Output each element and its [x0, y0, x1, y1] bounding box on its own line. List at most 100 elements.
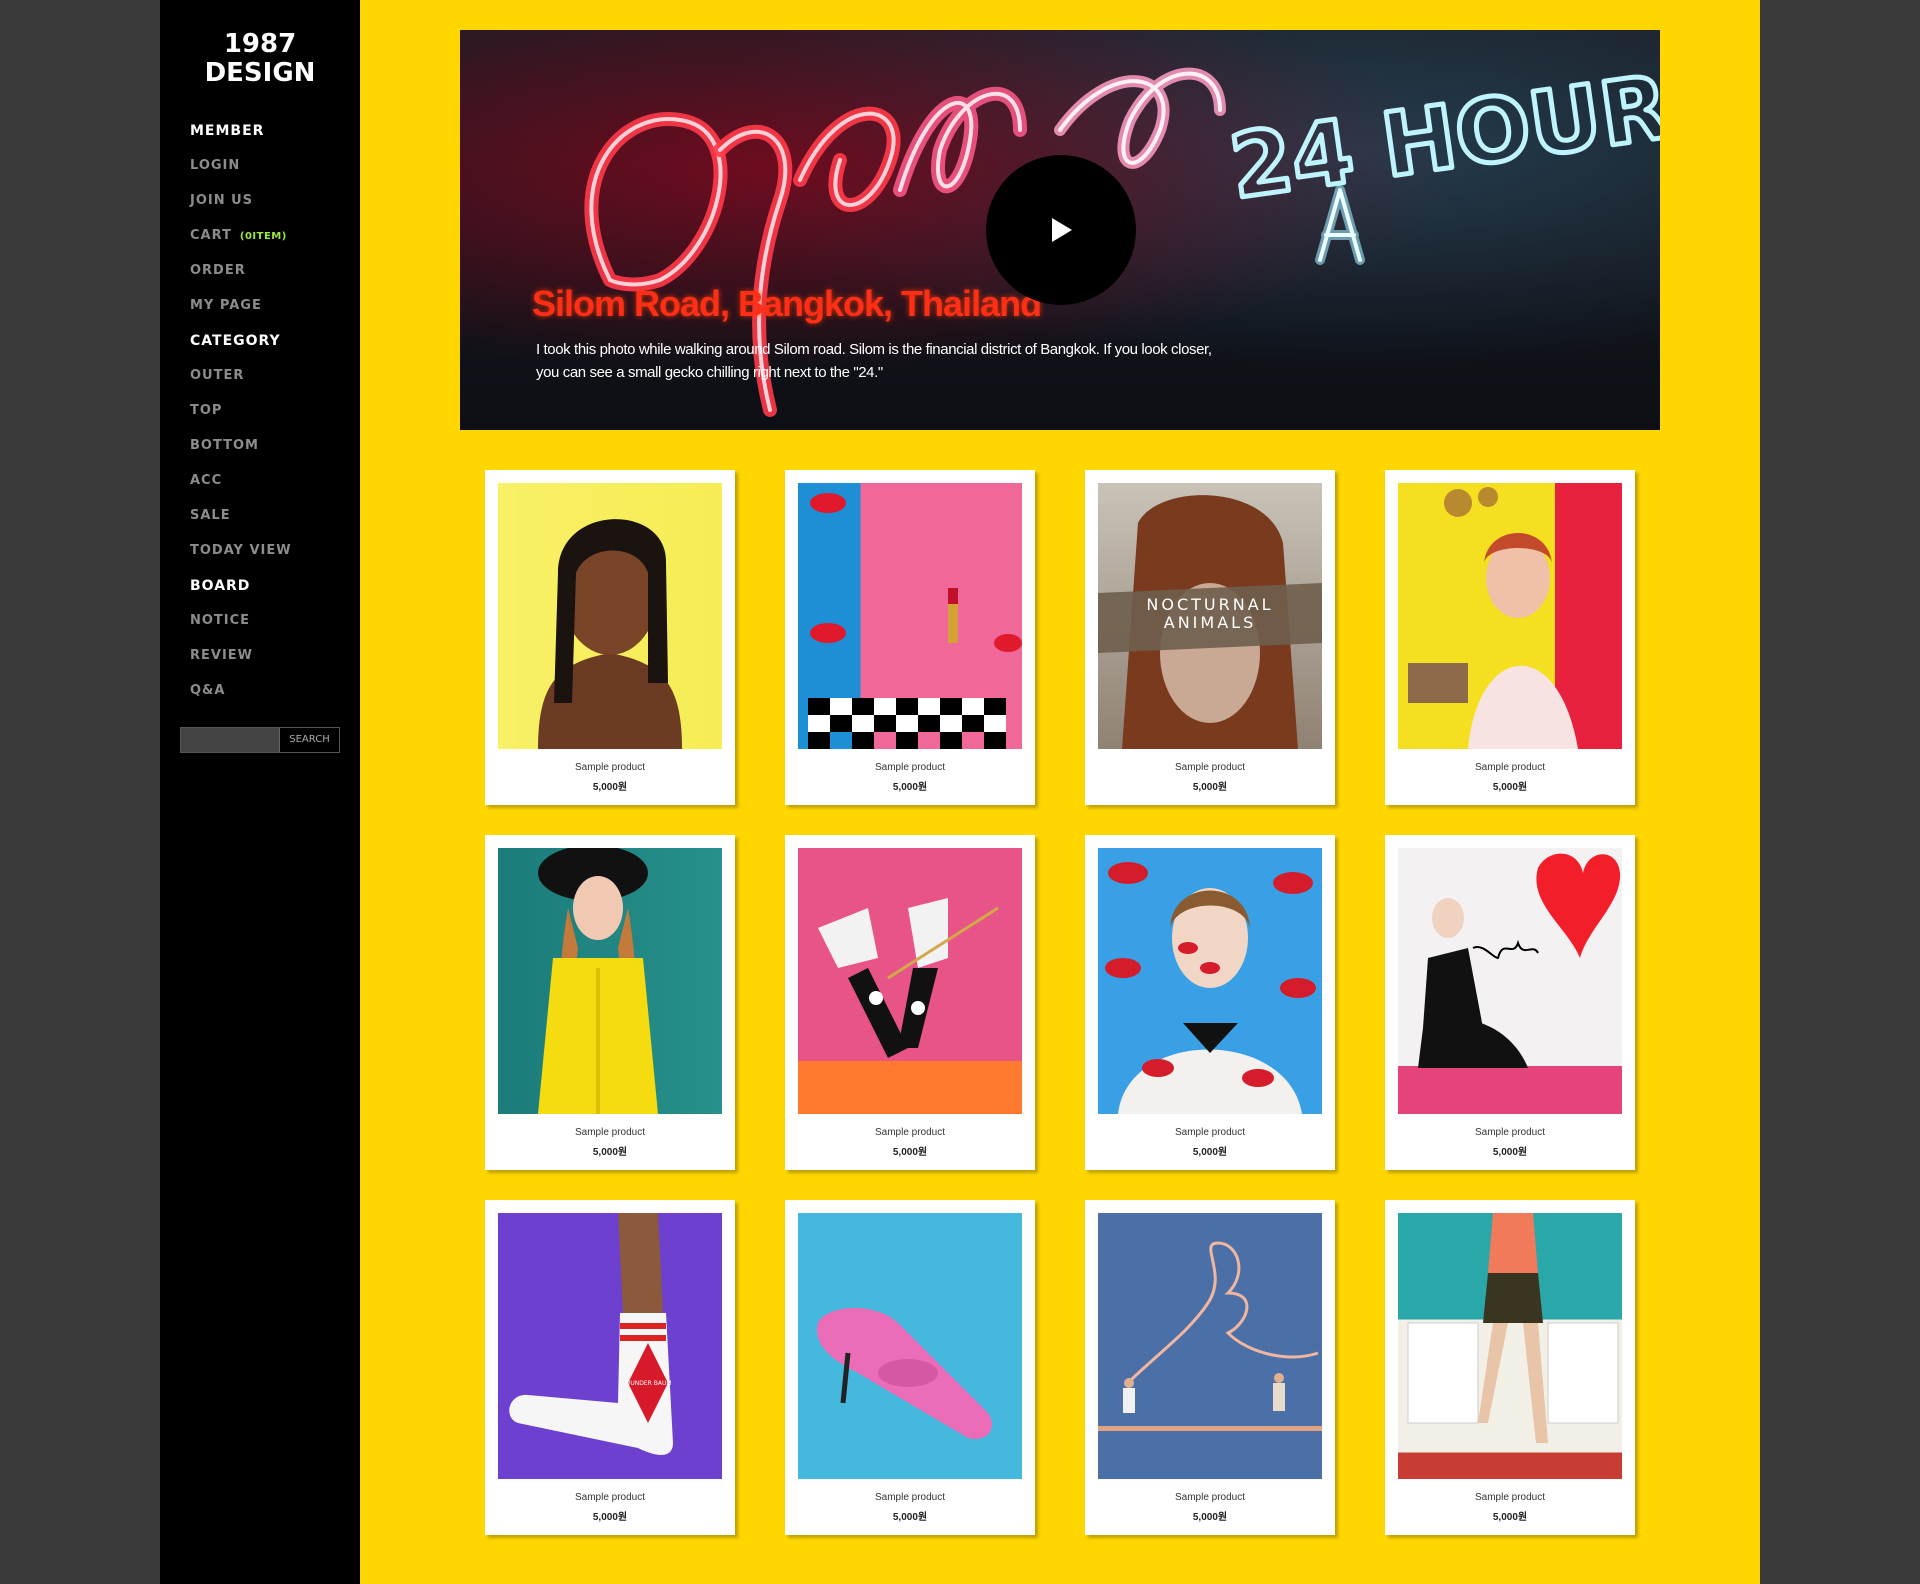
- product-photo-graphic: [538, 848, 658, 1114]
- banner-description-line-2: you can see a small gecko chilling right…: [536, 364, 883, 381]
- product-image[interactable]: [1098, 1213, 1322, 1479]
- nav-heading-member: MEMBER: [190, 123, 265, 139]
- product-price: 5,000원: [592, 1147, 628, 1158]
- sidebar-item-join-us[interactable]: JOIN US: [190, 190, 292, 225]
- sidebar-item-review[interactable]: REVIEW: [190, 645, 292, 680]
- product-card[interactable]: Sample product 5,000원: [785, 835, 1035, 1170]
- product-image[interactable]: [1398, 848, 1622, 1114]
- banner-description-line-1: I took this photo while walking around S…: [536, 341, 1212, 358]
- product-price: 5,000원: [892, 782, 928, 793]
- search-button[interactable]: SEARCH: [280, 728, 339, 752]
- sidebar-item-label: NOTICE: [190, 613, 251, 628]
- sidebar-item-my-page[interactable]: MY PAGE: [190, 295, 292, 330]
- nav-heading-board: BOARD: [190, 578, 251, 594]
- product-card[interactable]: Sample product 5,000원: [1385, 1200, 1635, 1535]
- banner-title: Silom Road, Bangkok, Thailand: [532, 283, 1042, 324]
- product-photo-graphic: [808, 493, 1022, 749]
- sidebar-item-cart[interactable]: CART (0ITEM): [190, 225, 292, 260]
- sidebar-item-notice[interactable]: NOTICE: [190, 610, 292, 645]
- product-photo-graphic: [538, 519, 682, 749]
- product-card[interactable]: Sample product 5,000원: [1085, 1200, 1335, 1535]
- product-name[interactable]: Sample product: [785, 762, 1035, 773]
- sidebar-item-bottom[interactable]: BOTTOM: [190, 435, 292, 470]
- play-button-icon[interactable]: [986, 155, 1136, 305]
- sidebar-item-label: BOTTOM: [190, 438, 259, 453]
- product-image[interactable]: [1398, 1213, 1622, 1479]
- product-name[interactable]: Sample product: [485, 762, 735, 773]
- product-name[interactable]: Sample product: [785, 1127, 1035, 1138]
- product-card[interactable]: Sample product 5,000원: [485, 470, 735, 805]
- product-price: 5,000원: [1192, 782, 1228, 793]
- product-image[interactable]: [798, 1213, 1022, 1479]
- product-price: 5,000원: [1192, 1147, 1228, 1158]
- product-photo-graphic: [817, 1308, 992, 1439]
- sidebar-item-login[interactable]: LOGIN: [190, 155, 292, 190]
- sidebar-item-label: MY PAGE: [190, 298, 262, 313]
- nav-heading-category: CATEGORY: [190, 333, 281, 349]
- product-name[interactable]: Sample product: [1085, 762, 1335, 773]
- product-card[interactable]: Sample product 5,000원: [1385, 835, 1635, 1170]
- product-price: 5,000원: [1492, 1147, 1528, 1158]
- product-image[interactable]: [498, 483, 722, 749]
- product-photo-graphic: [1407, 1213, 1619, 1443]
- tag-text: WUNDER BAUM: [624, 1380, 671, 1387]
- product-card[interactable]: Sample product 5,000원: [485, 835, 735, 1170]
- logo-line-2: DESIGN: [204, 58, 316, 88]
- sidebar-item-label: ACC: [190, 473, 223, 488]
- sidebar-item-label: LOGIN: [190, 158, 241, 173]
- search-input[interactable]: [181, 728, 280, 752]
- product-image[interactable]: [1098, 848, 1322, 1114]
- product-image[interactable]: [798, 483, 1022, 749]
- sidebar-item-label: TODAY VIEW: [190, 543, 292, 558]
- product-price: 5,000원: [592, 1512, 628, 1523]
- sidebar-item-acc[interactable]: ACC: [190, 470, 292, 505]
- banner-description: I took this photo while walking around S…: [536, 338, 1216, 384]
- product-card[interactable]: WUNDER BAUM Sample product 5,000원: [485, 1200, 735, 1535]
- product-name[interactable]: Sample product: [1085, 1127, 1335, 1138]
- product-name[interactable]: Sample product: [485, 1127, 735, 1138]
- product-name[interactable]: Sample product: [1385, 1492, 1635, 1503]
- site-logo[interactable]: 1987 DESIGN: [160, 30, 360, 88]
- neon-hours-text: 24 HOURS: [1224, 46, 1660, 218]
- product-price: 5,000원: [1492, 782, 1528, 793]
- product-price: 5,000원: [892, 1147, 928, 1158]
- product-card[interactable]: NOCTURNAL ANIMALS Sample product 5,000원: [1085, 470, 1335, 805]
- sidebar-item-qna[interactable]: Q&A: [190, 680, 292, 715]
- product-name[interactable]: Sample product: [1385, 762, 1635, 773]
- product-name[interactable]: Sample product: [1385, 1127, 1635, 1138]
- product-image[interactable]: [498, 848, 722, 1114]
- logo-line-1: 1987: [223, 29, 297, 59]
- product-image[interactable]: [1398, 483, 1622, 749]
- main-content: 24 HOURS Silom Road, Bangkok, Thailand I…: [360, 0, 1760, 1584]
- sidebar-item-label: JOIN US: [190, 193, 254, 208]
- product-price: 5,000원: [892, 1512, 928, 1523]
- product-image[interactable]: WUNDER BAUM: [498, 1213, 722, 1479]
- sidebar: 1987 DESIGN MEMBER LOGIN JOIN US CART (0I…: [160, 0, 360, 1584]
- product-image[interactable]: NOCTURNAL ANIMALS: [1098, 483, 1322, 749]
- poster-title-line-2: ANIMALS: [1164, 613, 1256, 632]
- search-box: SEARCH: [180, 727, 340, 753]
- sidebar-item-label: Q&A: [190, 683, 226, 698]
- product-card[interactable]: Sample product 5,000원: [785, 470, 1035, 805]
- product-name[interactable]: Sample product: [785, 1492, 1035, 1503]
- product-image[interactable]: [798, 848, 1022, 1114]
- product-photo-graphic: [1105, 862, 1316, 1114]
- sidebar-item-order[interactable]: ORDER: [190, 260, 292, 295]
- sidebar-item-sale[interactable]: SALE: [190, 505, 292, 540]
- product-card[interactable]: Sample product 5,000원: [1085, 835, 1335, 1170]
- poster-title-line-1: NOCTURNAL: [1146, 595, 1273, 614]
- product-name[interactable]: Sample product: [485, 1492, 735, 1503]
- sidebar-item-label: ORDER: [190, 263, 246, 278]
- product-card[interactable]: Sample product 5,000원: [1385, 470, 1635, 805]
- product-card[interactable]: Sample product 5,000원: [785, 1200, 1035, 1535]
- product-price: 5,000원: [1492, 1512, 1528, 1523]
- sidebar-item-outer[interactable]: OUTER: [190, 365, 292, 400]
- product-price: 5,000원: [1192, 1512, 1228, 1523]
- product-name[interactable]: Sample product: [1085, 1492, 1335, 1503]
- sidebar-item-today-view[interactable]: TODAY VIEW: [190, 540, 292, 575]
- sidebar-item-label: OUTER: [190, 368, 245, 383]
- sidebar-nav: MEMBER LOGIN JOIN US CART (0ITEM) ORDER M…: [190, 120, 292, 715]
- cart-count-badge: (0ITEM): [239, 231, 287, 242]
- sidebar-item-top[interactable]: TOP: [190, 400, 292, 435]
- video-banner[interactable]: 24 HOURS Silom Road, Bangkok, Thailand I…: [460, 30, 1660, 430]
